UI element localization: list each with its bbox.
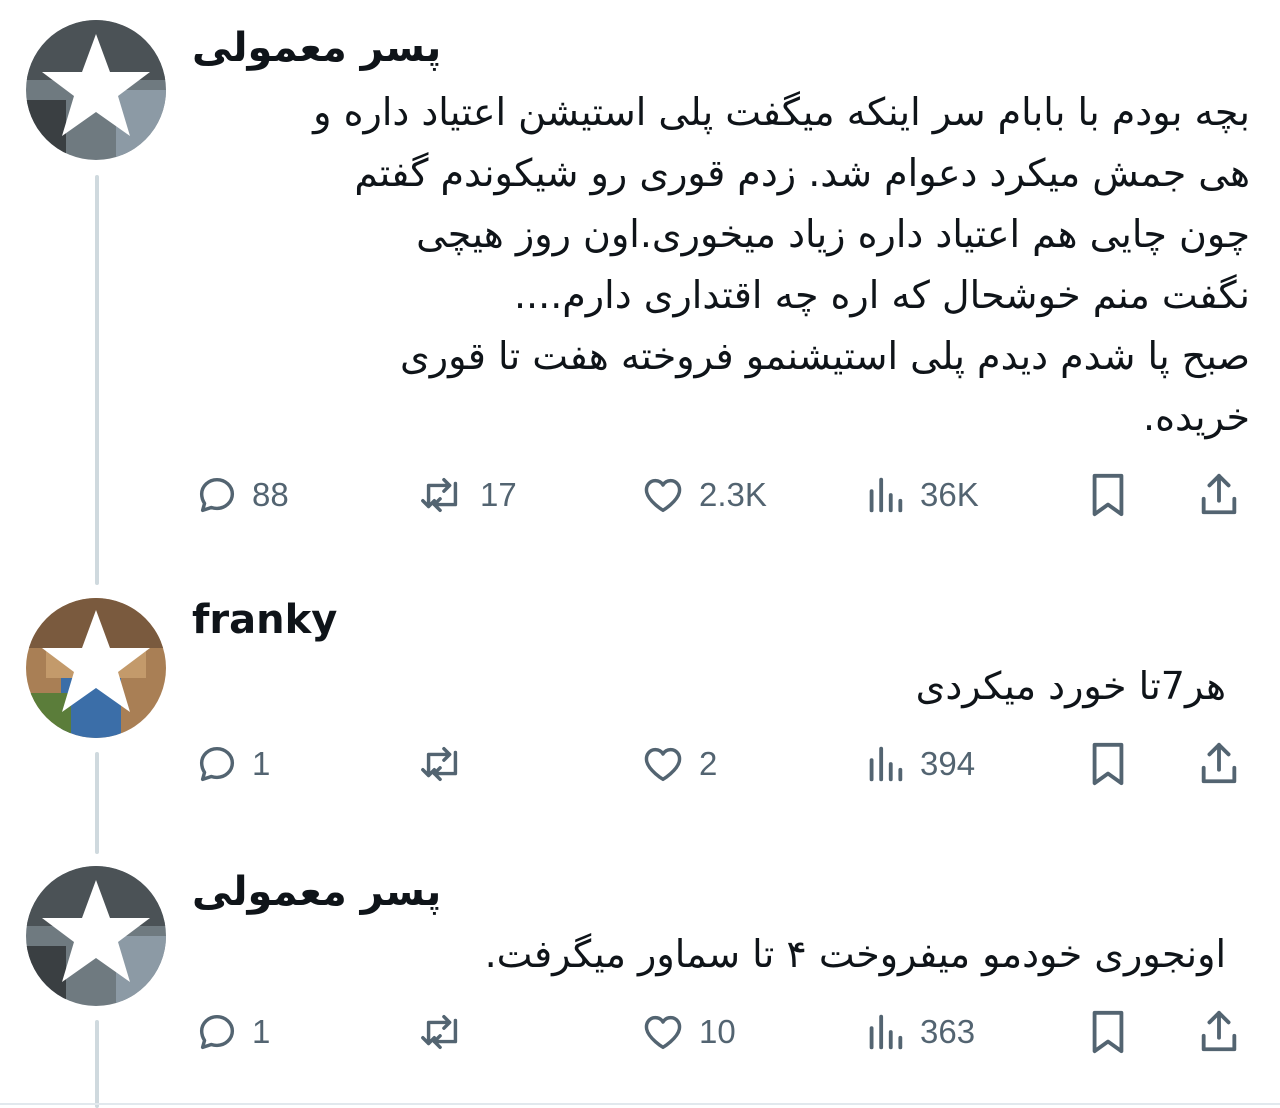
reply-button[interactable]: 88 bbox=[194, 465, 289, 525]
views-bars-icon bbox=[862, 741, 908, 787]
tweet-text-line: چون چایی هم اعتیاد داره زیاد میخوری.اون … bbox=[416, 212, 1250, 256]
tweet-body: هر7تا خورد میکردی bbox=[916, 656, 1226, 717]
like-count: 2.3K bbox=[699, 476, 767, 513]
bookmark-button[interactable] bbox=[1085, 734, 1131, 794]
views-bars-icon bbox=[862, 1009, 908, 1055]
action-bar: 1 10 363 bbox=[0, 1002, 1280, 1062]
repost-button[interactable]: 17 bbox=[416, 465, 517, 525]
share-upload-icon bbox=[1196, 739, 1242, 789]
like-button[interactable]: 10 bbox=[639, 1002, 736, 1062]
avatar[interactable] bbox=[26, 20, 166, 160]
bookmark-icon bbox=[1085, 1007, 1131, 1057]
views-button[interactable]: 394 bbox=[862, 734, 975, 794]
views-count: 394 bbox=[920, 745, 976, 782]
tweet-text-line: هر7تا خورد میکردی bbox=[915, 664, 1226, 708]
avatar[interactable] bbox=[26, 598, 166, 738]
avatar[interactable] bbox=[26, 866, 166, 1006]
repost-arrows-icon bbox=[416, 741, 468, 787]
views-bars-icon bbox=[862, 472, 908, 518]
reply-count: 88 bbox=[252, 476, 289, 513]
tweet-body: بچه بودم با بابام سر اینکه میگفت پلی است… bbox=[313, 82, 1250, 448]
tweet-text-line: نگفت منم خوشحال که اره چه اقتداری دارم..… bbox=[513, 273, 1250, 317]
tweet-text-line: بچه بودم با بابام سر اینکه میگفت پلی است… bbox=[313, 90, 1250, 134]
bookmark-button[interactable] bbox=[1085, 465, 1131, 525]
reply-count: 1 bbox=[252, 1013, 271, 1050]
tweet-text-line: اونجوری خودمو میفروخت ۴ تا سماور میگرفت. bbox=[484, 932, 1226, 976]
tweet-body: اونجوری خودمو میفروخت ۴ تا سماور میگرفت. bbox=[485, 924, 1226, 985]
heart-icon bbox=[639, 741, 687, 787]
divider bbox=[0, 1103, 1280, 1105]
author-name[interactable]: پسر معمولی bbox=[192, 868, 441, 916]
bookmark-button[interactable] bbox=[1085, 1002, 1131, 1062]
share-upload-icon bbox=[1196, 1007, 1242, 1057]
like-button[interactable]: 2 bbox=[639, 734, 717, 794]
author-name[interactable]: پسر معمولی bbox=[192, 24, 441, 72]
bookmark-icon bbox=[1085, 470, 1131, 520]
like-button[interactable]: 2.3K bbox=[639, 465, 767, 525]
views-count: 36K bbox=[920, 476, 979, 513]
reply-button[interactable]: 1 bbox=[194, 1002, 270, 1062]
repost-button[interactable] bbox=[416, 734, 480, 794]
repost-count: 17 bbox=[480, 476, 517, 513]
views-button[interactable]: 36K bbox=[862, 465, 979, 525]
heart-icon bbox=[639, 472, 687, 518]
tweet-text-line: خریده. bbox=[1143, 395, 1250, 439]
like-count: 10 bbox=[699, 1013, 736, 1050]
reply-bubble-icon bbox=[194, 741, 240, 787]
tweet-text-line: هی جمش میکرد دعوام شد. زدم قوری رو شیکون… bbox=[354, 151, 1250, 195]
heart-icon bbox=[639, 1009, 687, 1055]
author-name[interactable]: franky bbox=[192, 596, 337, 644]
repost-button[interactable] bbox=[416, 1002, 480, 1062]
tweet[interactable]: پسر معمولی اونجوری خودمو میفروخت ۴ تا سم… bbox=[0, 850, 1280, 1100]
reply-bubble-icon bbox=[194, 472, 240, 518]
reply-count: 1 bbox=[252, 745, 271, 782]
tweet-text-line: صبح پا شدم دیدم پلی استیشنمو فروخته هفت … bbox=[400, 334, 1250, 378]
tweet[interactable]: franky هر7تا خورد میکردی 1 2 394 bbox=[0, 580, 1280, 830]
action-bar: 88 17 2.3K 36K bbox=[0, 465, 1280, 525]
share-upload-icon bbox=[1196, 470, 1242, 520]
views-button[interactable]: 363 bbox=[862, 1002, 975, 1062]
action-bar: 1 2 394 bbox=[0, 734, 1280, 794]
repost-arrows-icon bbox=[416, 1009, 468, 1055]
share-button[interactable] bbox=[1196, 1002, 1242, 1062]
like-count: 2 bbox=[699, 745, 718, 782]
views-count: 363 bbox=[920, 1013, 976, 1050]
reply-bubble-icon bbox=[194, 1009, 240, 1055]
repost-arrows-icon bbox=[416, 472, 468, 518]
bookmark-icon bbox=[1085, 739, 1131, 789]
tweet[interactable]: پسر معمولی بچه بودم با بابام سر اینکه می… bbox=[0, 0, 1280, 560]
reply-button[interactable]: 1 bbox=[194, 734, 270, 794]
share-button[interactable] bbox=[1196, 734, 1242, 794]
share-button[interactable] bbox=[1196, 465, 1242, 525]
